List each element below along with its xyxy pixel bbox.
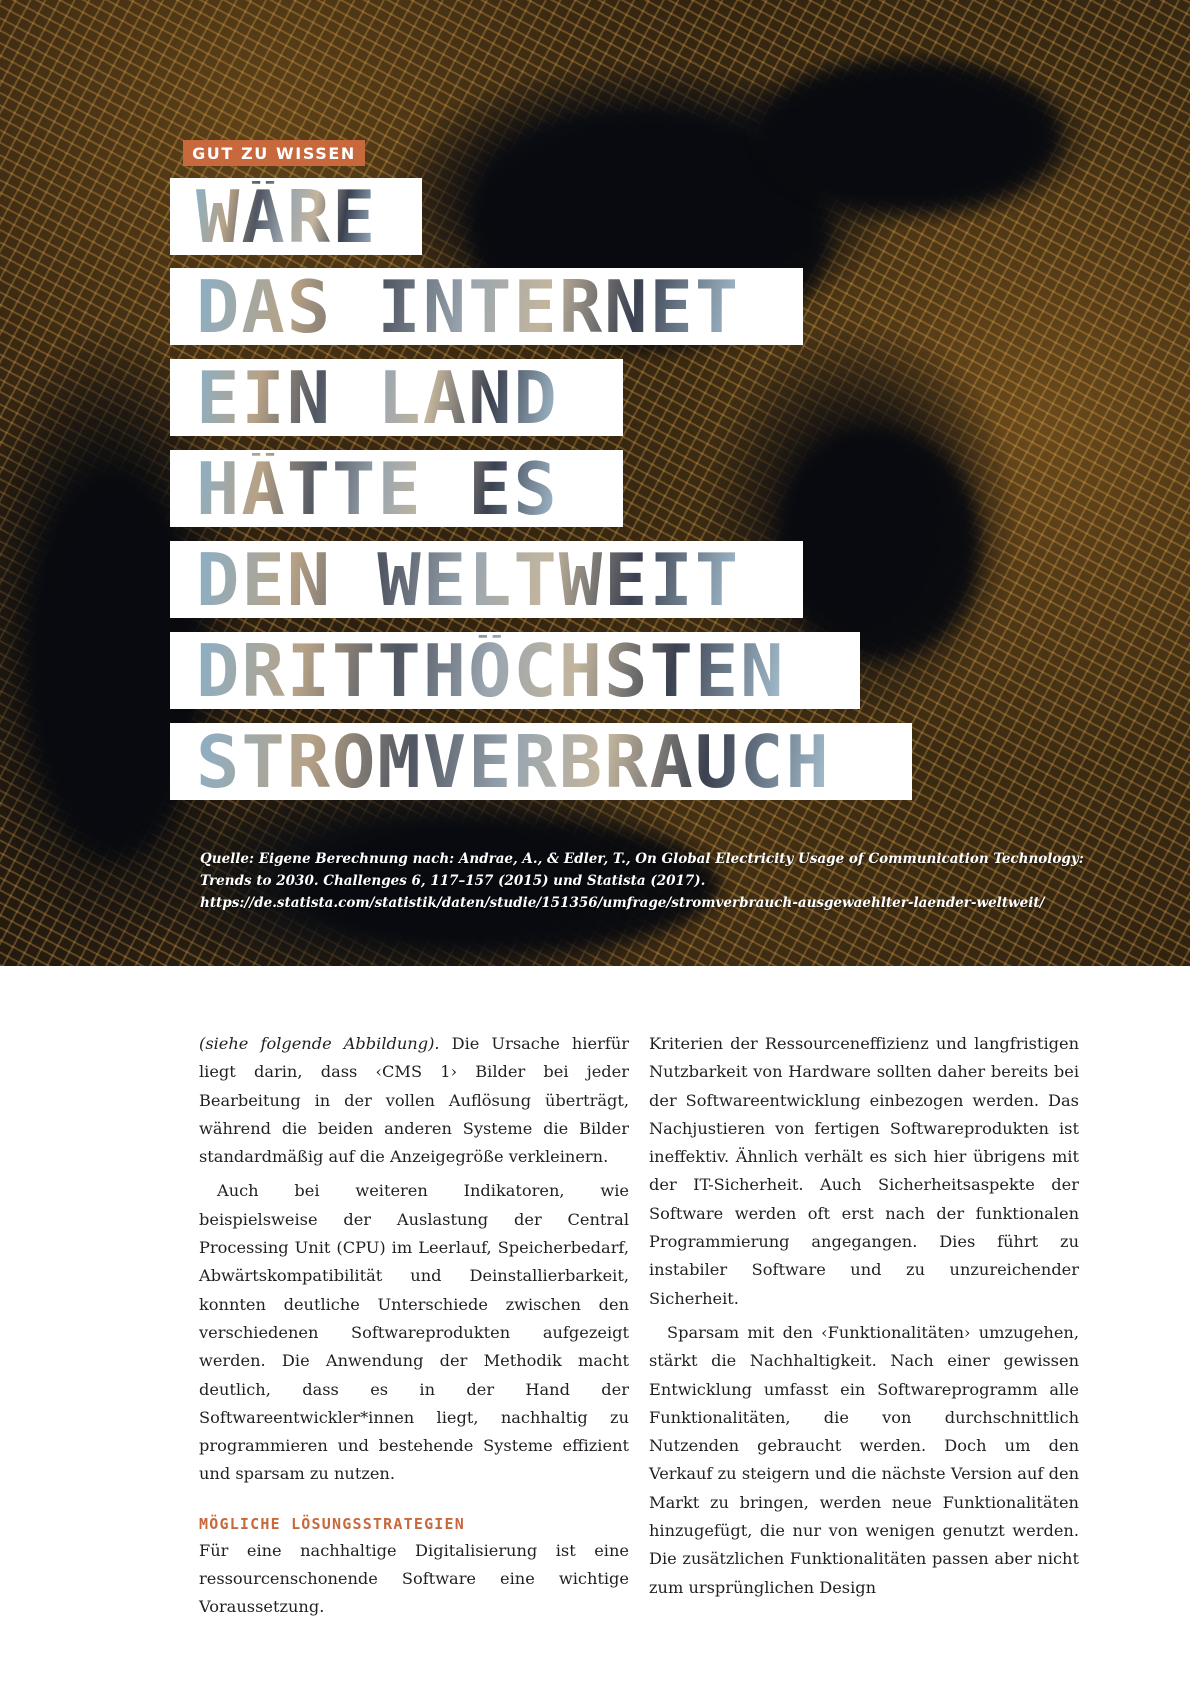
headline-line-3: EIN LAND <box>170 359 623 436</box>
paragraph: Kriterien der Ressourceneffizienz und la… <box>649 1034 1079 1308</box>
hero-water-shape <box>780 430 980 660</box>
headline-text: DEN WELTWEIT <box>196 537 741 622</box>
source-line: Quelle: Eigene Berechnung nach: Andrae, … <box>200 851 1084 867</box>
paragraph-text: Die Ursache hierfür liegt darin, dass ‹C… <box>199 1034 629 1167</box>
headline-line-5: DEN WELTWEIT <box>170 541 803 618</box>
source-line: Trends to 2030. Challenges 6, 117–157 (2… <box>200 873 706 889</box>
source-citation: Quelle: Eigene Berechnung nach: Andrae, … <box>200 848 1084 914</box>
category-tag: GUT ZU WISSEN <box>183 140 365 166</box>
body-column-right: Kriterien der Ressourceneffizienz und la… <box>649 1030 1079 1602</box>
headline-line-2: DAS INTERNET <box>170 268 803 345</box>
body-column-left: (siehe folgende Abbildung). Die Ursache … <box>199 1030 629 1622</box>
section-subheading: MÖGLICHE LÖSUNGSSTRATEGIEN <box>199 1514 465 1533</box>
headline-text: DRITTHÖCHSTEN <box>196 628 786 713</box>
headline-text: EIN LAND <box>196 355 559 440</box>
headline-line-4: HÄTTE ES <box>170 450 623 527</box>
paragraph: Auch bei weiteren Indikatoren, wie beisp… <box>199 1181 629 1484</box>
headline-text: HÄTTE ES <box>196 446 559 531</box>
headline-text: DAS INTERNET <box>196 264 741 349</box>
italic-reference: (siehe folgende Abbildung). <box>199 1034 440 1053</box>
paragraph: Für eine nachhaltige Digitalisierung ist… <box>199 1540 629 1617</box>
paragraph: Sparsam mit den ‹Funktionalitäten› umzug… <box>649 1322 1079 1597</box>
hero-water-shape <box>760 60 1060 210</box>
headline-line-1: WÄRE <box>170 178 422 255</box>
paragraph: (siehe folgende Abbildung). Die Ursache … <box>199 1030 629 1171</box>
source-url[interactable]: https://de.statista.com/statistik/daten/… <box>200 892 1060 914</box>
headline-text: STROMVERBRAUCH <box>196 719 831 804</box>
headline-text: WÄRE <box>196 174 378 259</box>
headline-line-7: STROMVERBRAUCH <box>170 723 912 800</box>
headline-line-6: DRITTHÖCHSTEN <box>170 632 860 709</box>
